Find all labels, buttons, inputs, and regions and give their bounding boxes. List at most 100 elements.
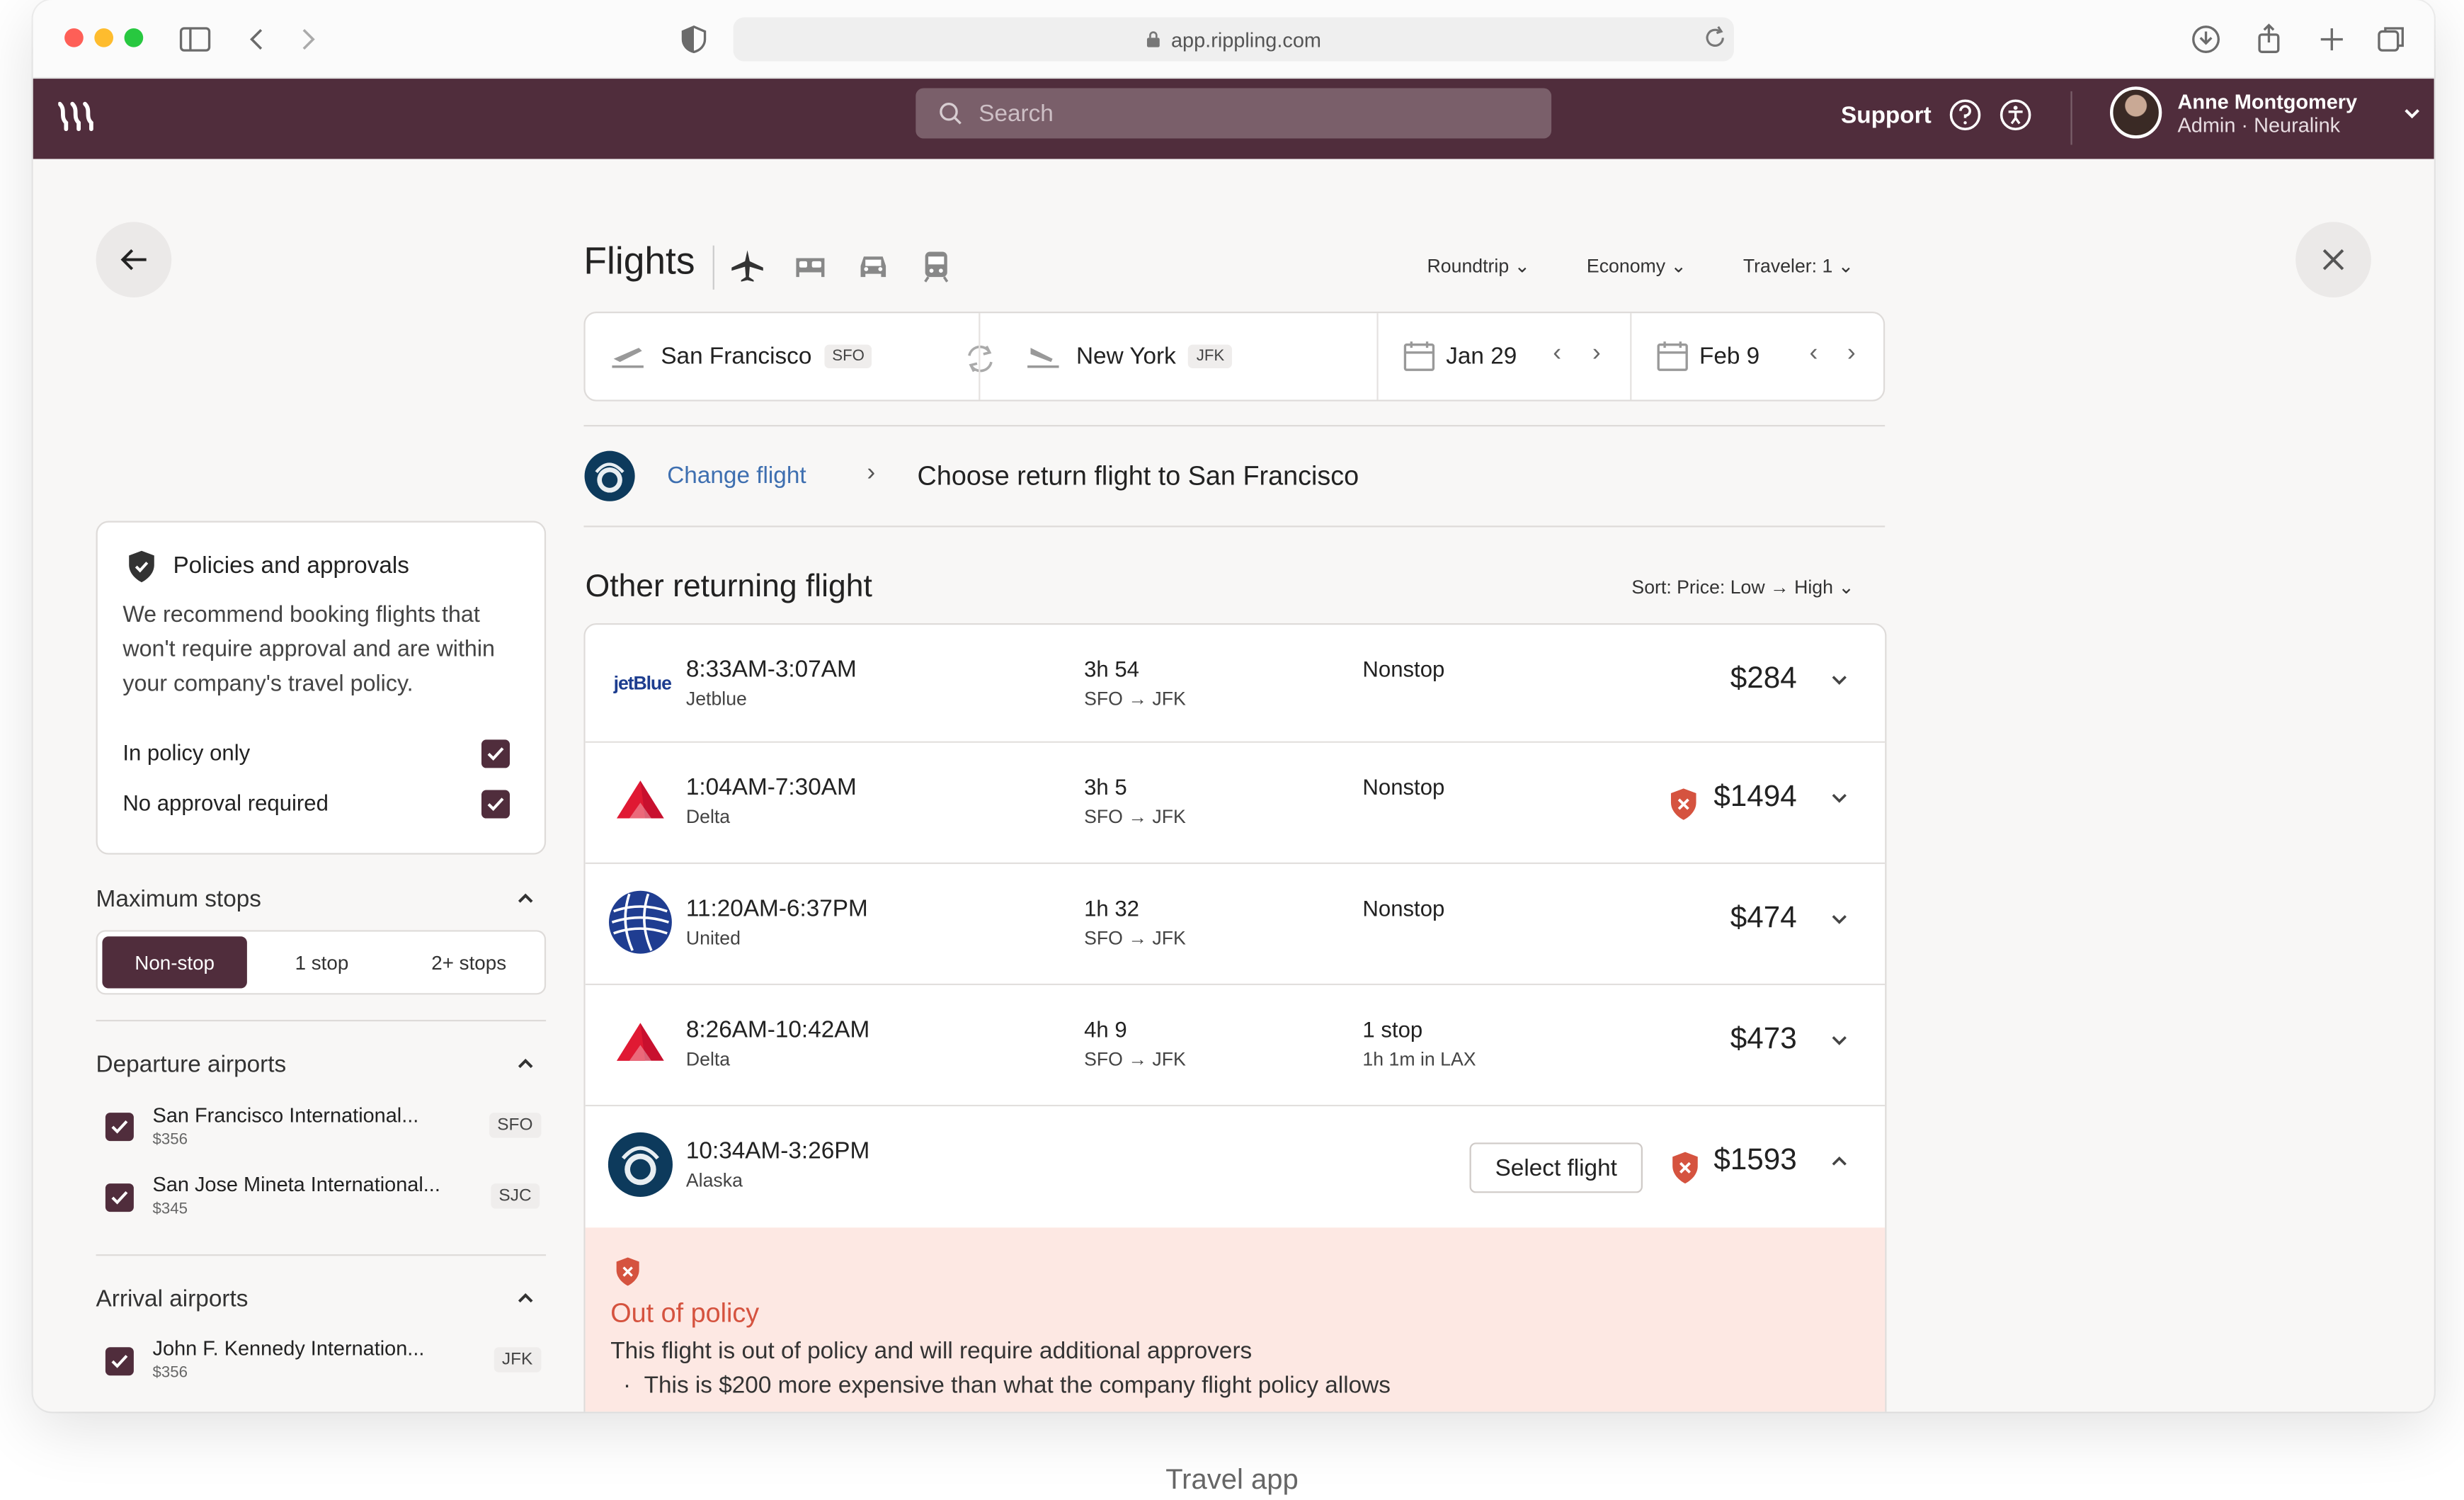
- chevron-up-icon[interactable]: [515, 887, 537, 909]
- back-button[interactable]: [96, 222, 172, 297]
- cabin-value: Economy: [1586, 254, 1666, 278]
- policies-description: We recommend booking flights that won't …: [122, 603, 495, 698]
- user-menu[interactable]: Anne Montgomery Admin · Neuralink: [2109, 86, 2423, 139]
- train-mode-icon[interactable]: [918, 247, 955, 285]
- search-input[interactable]: Search: [916, 88, 1552, 139]
- trip-type-value: Roundtrip: [1427, 254, 1510, 278]
- alaska-logo-icon: [608, 1132, 673, 1197]
- chevron-up-icon[interactable]: [515, 1053, 537, 1075]
- flight-row-expanded[interactable]: 10:34AM-3:26PM Alaska Select flight $159…: [585, 1106, 1886, 1228]
- field-divider: [1630, 313, 1632, 400]
- flight-price: $1593: [1713, 1144, 1797, 1178]
- flight-airline: Delta: [685, 1047, 731, 1071]
- flight-route: SFO → JFK: [1084, 1047, 1186, 1071]
- title-divider: [712, 245, 714, 290]
- return-prev-button[interactable]: ‹: [1810, 340, 1818, 368]
- chevron-down-icon[interactable]: [1828, 908, 1850, 930]
- minimize-window-button[interactable]: [94, 28, 113, 47]
- flight-stops: Nonstop: [1362, 895, 1445, 921]
- section-divider: [583, 525, 1886, 528]
- destination-field[interactable]: New York JFK: [1026, 341, 1233, 370]
- airport-price: $345: [152, 1200, 188, 1218]
- sort-dropdown[interactable]: Sort: Price: Low → High ⌄: [1631, 576, 1854, 598]
- airport-code: SFO: [489, 1113, 541, 1138]
- airport-code: SJC: [491, 1183, 540, 1209]
- tab-overview-icon[interactable]: [2374, 22, 2409, 57]
- return-date-field[interactable]: Feb 9: [1655, 339, 1759, 373]
- flight-route: SFO → JFK: [1084, 805, 1186, 828]
- flight-search-form: San Francisco SFO New York JFK Jan 29 ‹ …: [583, 311, 1886, 402]
- forward-nav-icon[interactable]: [290, 22, 324, 57]
- no-approval-label: No approval required: [122, 790, 329, 816]
- search-icon: [940, 102, 962, 125]
- chevron-down-icon[interactable]: [1828, 1029, 1850, 1051]
- flight-row[interactable]: 11:20AM-6:37PM United 1h 32 SFO → JFK No…: [585, 863, 1886, 986]
- flight-row[interactable]: jetBlue 8:33AM-3:07AM Jetblue 3h 54 SFO …: [585, 625, 1886, 743]
- flight-row[interactable]: 1:04AM-7:30AM Delta 3h 5 SFO → JFK Nonst…: [585, 742, 1886, 864]
- flight-airline: Jetblue: [685, 688, 747, 710]
- close-window-button[interactable]: [64, 28, 84, 47]
- out-of-policy-shield-icon: [1670, 788, 1696, 820]
- flight-time: 10:34AM-3:26PM: [685, 1137, 870, 1165]
- support-button[interactable]: Support: [1841, 98, 2032, 132]
- trip-type-dropdown[interactable]: Roundtrip ⌄: [1427, 255, 1530, 277]
- chevron-down-icon[interactable]: [1828, 787, 1850, 809]
- flight-price: $284: [1730, 662, 1797, 696]
- field-divider: [979, 313, 981, 400]
- flight-row[interactable]: 8:26AM-10:42AM Delta 4h 9 SFO → JFK 1 st…: [585, 985, 1886, 1107]
- flight-time: 8:26AM-10:42AM: [685, 1016, 870, 1044]
- stops-option-nonstop[interactable]: Non-stop: [102, 936, 247, 989]
- airport-code: JFK: [494, 1347, 541, 1373]
- share-icon[interactable]: [2252, 22, 2286, 57]
- origin-field[interactable]: San Francisco SFO: [610, 341, 873, 370]
- stops-option-two-plus[interactable]: 2+ stops: [397, 936, 541, 988]
- flight-results-list: jetBlue 8:33AM-3:07AM Jetblue 3h 54 SFO …: [583, 623, 1887, 1412]
- download-icon[interactable]: [2189, 22, 2223, 57]
- flight-price: $473: [1730, 1023, 1797, 1057]
- travelers-dropdown[interactable]: Traveler: 1 ⌄: [1743, 255, 1854, 277]
- sidebar-toggle-icon[interactable]: [178, 22, 212, 57]
- privacy-shield-icon[interactable]: [677, 22, 712, 57]
- no-approval-checkbox[interactable]: [481, 790, 510, 819]
- car-mode-icon[interactable]: [855, 249, 892, 283]
- depart-date-field[interactable]: Jan 29: [1402, 339, 1517, 373]
- url-bar[interactable]: app.rippling.com: [733, 17, 1734, 62]
- help-icon[interactable]: [1947, 98, 1982, 132]
- back-nav-icon[interactable]: [241, 22, 275, 57]
- flight-route: SFO → JFK: [1084, 926, 1186, 949]
- select-flight-button[interactable]: Select flight: [1469, 1142, 1643, 1193]
- airport-checkbox[interactable]: [105, 1183, 134, 1212]
- close-button[interactable]: [2295, 222, 2371, 297]
- field-divider: [1376, 313, 1379, 400]
- rippling-logo-icon[interactable]: [58, 101, 99, 132]
- accessibility-icon[interactable]: [1997, 98, 2032, 132]
- flight-mode-icon[interactable]: [729, 247, 766, 285]
- cabin-dropdown[interactable]: Economy ⌄: [1587, 255, 1687, 277]
- depart-prev-button[interactable]: ‹: [1553, 340, 1561, 368]
- chevron-up-icon[interactable]: [1828, 1150, 1850, 1172]
- delta-logo-icon: [617, 1023, 664, 1061]
- stops-option-one[interactable]: 1 stop: [255, 936, 389, 988]
- flight-duration: 3h 5: [1084, 774, 1127, 800]
- hotel-mode-icon[interactable]: [792, 249, 829, 283]
- chevron-down-icon[interactable]: [2401, 101, 2423, 123]
- maximize-window-button[interactable]: [124, 28, 144, 47]
- new-tab-icon[interactable]: [2315, 22, 2349, 57]
- flight-stops: Nonstop: [1362, 656, 1445, 682]
- in-policy-checkbox[interactable]: [481, 739, 510, 768]
- reload-icon[interactable]: [1701, 23, 1729, 52]
- departure-airports-title: Departure airports: [96, 1051, 287, 1079]
- airport-name: San Francisco International...: [152, 1103, 419, 1127]
- depart-next-button[interactable]: ›: [1592, 340, 1601, 368]
- departure-icon: [612, 348, 644, 368]
- airport-checkbox[interactable]: [105, 1113, 134, 1142]
- chevron-down-icon[interactable]: [1828, 669, 1850, 691]
- policy-warning-text: This flight is out of policy and will re…: [610, 1337, 1253, 1365]
- airport-checkbox[interactable]: [105, 1347, 134, 1376]
- sidebar-divider: [96, 1254, 547, 1256]
- chevron-up-icon[interactable]: [515, 1288, 537, 1309]
- arrival-icon: [1027, 348, 1059, 368]
- return-next-button[interactable]: ›: [1847, 340, 1856, 368]
- search-placeholder: Search: [979, 100, 1054, 127]
- change-flight-link[interactable]: Change flight: [667, 462, 806, 489]
